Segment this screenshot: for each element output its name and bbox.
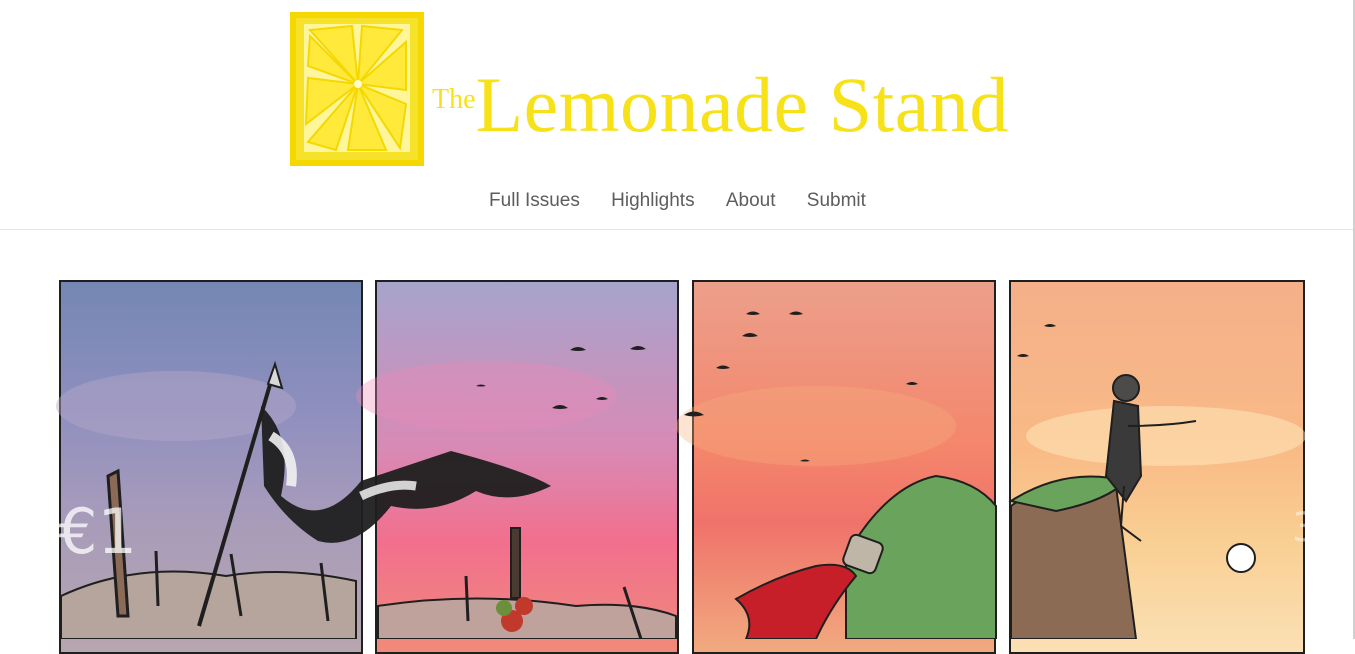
nav-submit[interactable]: Submit	[807, 190, 866, 211]
nav-about[interactable]: About	[726, 190, 776, 211]
prev-arrow-icon[interactable]: €1	[58, 495, 137, 568]
comic-panel-4	[1009, 280, 1305, 654]
main-nav: Full Issues Highlights About Submit	[0, 190, 1355, 212]
lemon-slice-icon	[290, 12, 424, 166]
comic-panel-3	[692, 280, 996, 654]
site-header: TheLemonade Stand Full Issues Highlights…	[0, 0, 1355, 230]
site-title-small: The	[432, 84, 476, 115]
site-logo-link[interactable]: TheLemonade Stand	[290, 12, 1070, 170]
site-title: TheLemonade Stand	[432, 60, 1009, 150]
comic-panel-1	[59, 280, 363, 654]
comic-panel-2	[375, 280, 679, 654]
featured-comic-carousel[interactable]	[56, 276, 1306, 654]
nav-full-issues[interactable]: Full Issues	[489, 190, 580, 211]
next-arrow-icon[interactable]: 3	[1292, 505, 1317, 551]
site-title-main: Lemonade Stand	[475, 61, 1009, 148]
nav-highlights[interactable]: Highlights	[611, 190, 694, 211]
